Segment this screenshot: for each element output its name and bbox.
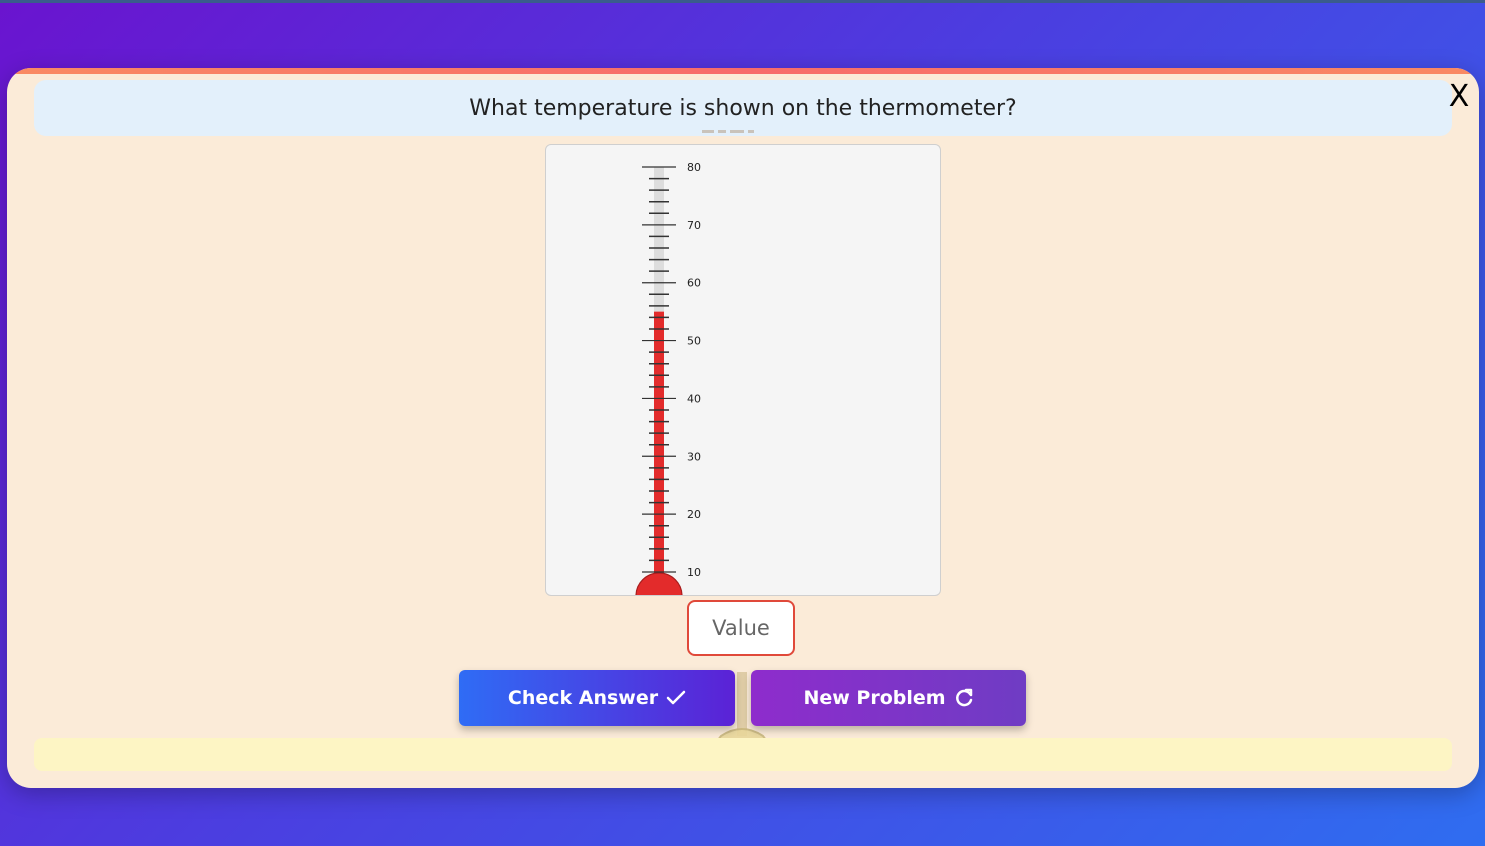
check-answer-button[interactable]: Check Answer	[459, 670, 735, 726]
tick-label: 10	[687, 566, 701, 579]
thermometer-bulb	[635, 572, 683, 595]
temperature-value-input[interactable]	[687, 600, 795, 656]
thermometer-top-ghost	[702, 130, 764, 138]
tick-label: 70	[687, 219, 701, 232]
tick-label: 30	[687, 450, 701, 463]
thermometer: 80 70 60 50 40 30 20 10	[635, 161, 701, 595]
new-problem-label: New Problem	[803, 687, 946, 709]
check-answer-label: Check Answer	[507, 687, 659, 709]
refresh-icon	[954, 688, 974, 708]
window-top-border	[0, 0, 1485, 3]
new-problem-button[interactable]: New Problem	[751, 670, 1026, 726]
question-box: What temperature is shown on the thermom…	[34, 80, 1452, 136]
tick-label: 50	[687, 335, 701, 348]
checkmark-icon	[666, 690, 686, 706]
question-text: What temperature is shown on the thermom…	[469, 95, 1017, 121]
tick-label: 20	[687, 508, 701, 521]
tick-label: 40	[687, 392, 701, 405]
thermometer-panel: 80 70 60 50 40 30 20 10	[545, 144, 941, 596]
problem-card: What temperature is shown on the thermom…	[7, 68, 1479, 788]
feedback-bar	[34, 738, 1452, 771]
tick-label: 80	[687, 161, 701, 174]
close-button[interactable]: X	[1444, 78, 1474, 114]
card-accent-bar	[7, 68, 1479, 74]
tick-label: 60	[687, 277, 701, 290]
